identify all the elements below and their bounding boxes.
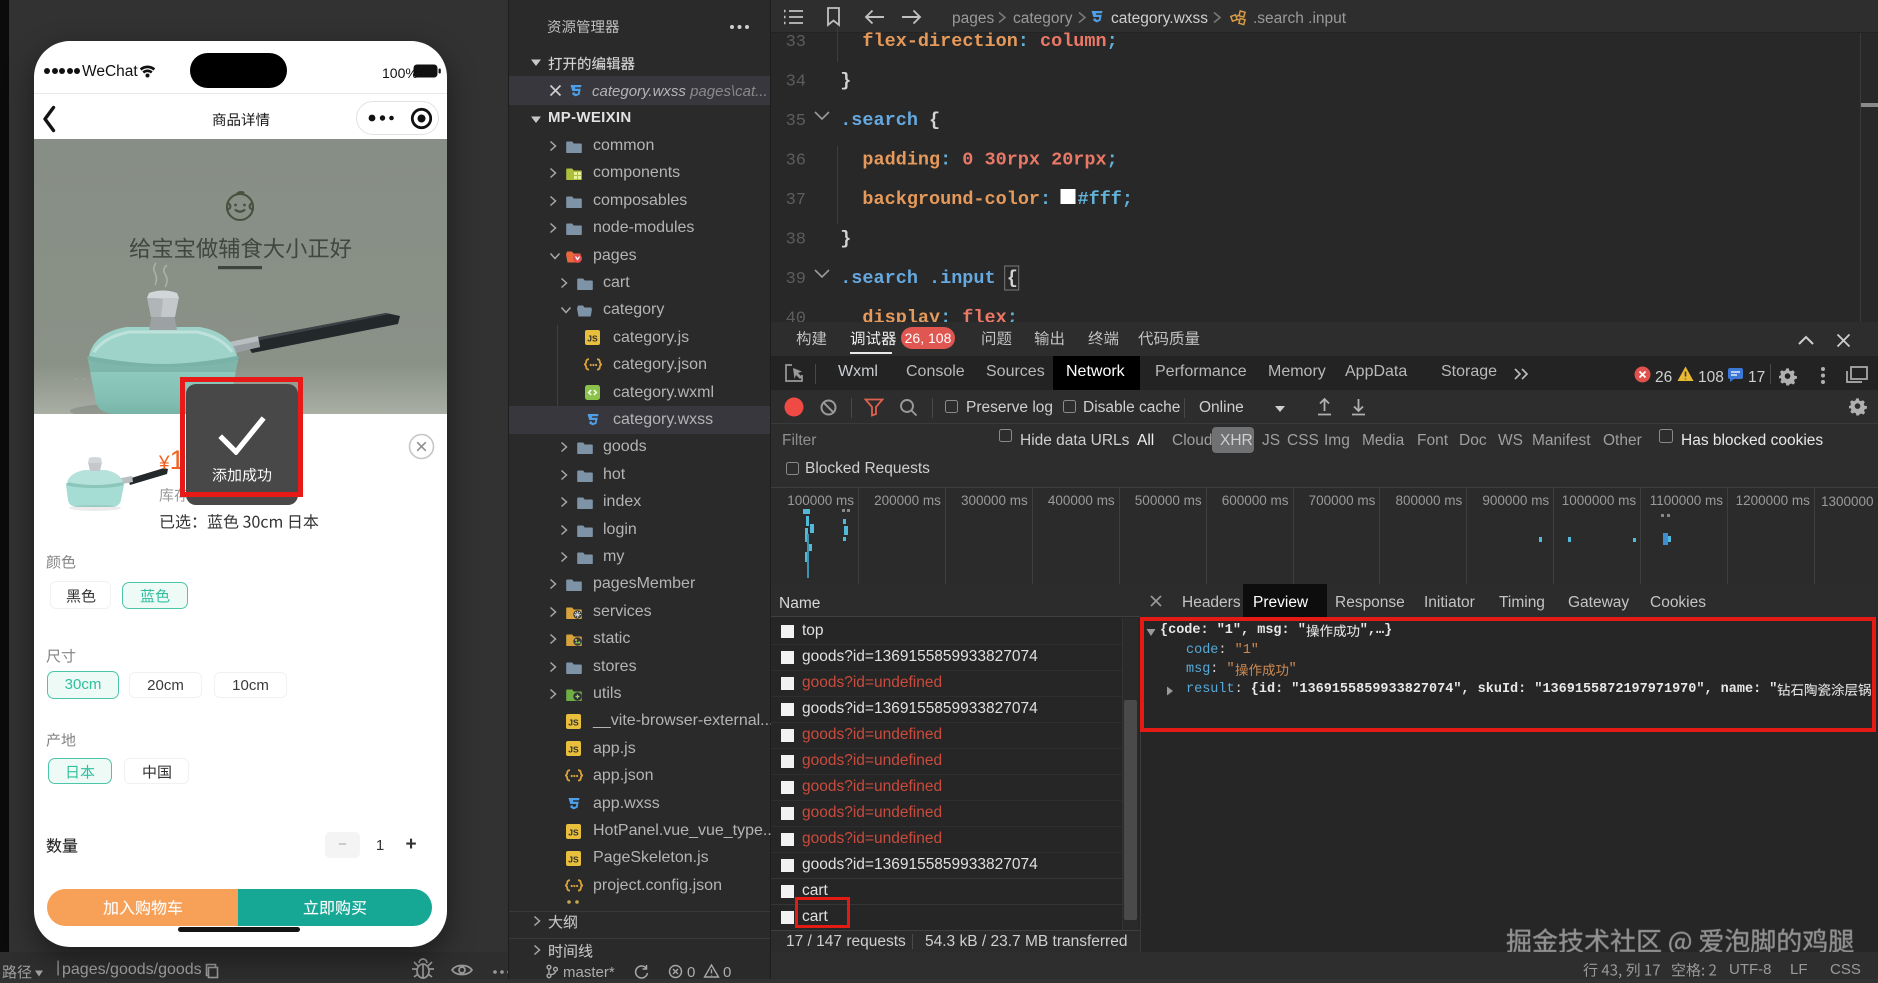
svg-text:JS: JS — [568, 827, 579, 837]
svg-text::: : — [940, 308, 951, 323]
svg-text:JS: JS — [568, 854, 579, 864]
svg-text::: : — [1018, 31, 1029, 52]
svg-text:39: 39 — [786, 270, 806, 289]
svg-text:0 30rpx 20rpx: 0 30rpx 20rpx — [951, 150, 1106, 171]
svg-text:display: display — [818, 308, 940, 323]
svg-text:}: } — [818, 71, 851, 92]
svg-text:38: 38 — [786, 231, 806, 250]
svg-text::: : — [940, 150, 951, 171]
svg-text:;: ; — [1007, 308, 1018, 323]
svg-text:34: 34 — [786, 73, 806, 92]
svg-text:JS: JS — [587, 334, 598, 344]
svg-text:36: 36 — [786, 152, 806, 171]
svg-text:;: ; — [1107, 31, 1118, 52]
svg-text:35: 35 — [786, 112, 806, 131]
svg-text:}: } — [818, 229, 851, 250]
svg-text::: : — [1040, 189, 1051, 210]
svg-text:.search: .search — [818, 110, 918, 131]
svg-text:JS: JS — [568, 717, 579, 727]
svg-text:;: ; — [1107, 150, 1118, 171]
svg-text:column: column — [1029, 31, 1107, 52]
svg-text:33: 33 — [786, 33, 806, 52]
svg-text:padding: padding — [818, 150, 940, 171]
svg-text:#fff;: #fff; — [1078, 189, 1134, 210]
svg-text:40: 40 — [786, 310, 806, 323]
svg-text:JS: JS — [568, 745, 579, 755]
svg-text:flex: flex — [951, 308, 1007, 323]
svg-text:flex-direction: flex-direction — [818, 31, 1018, 52]
svg-text:.search: .search — [818, 268, 918, 289]
svg-text:37: 37 — [786, 191, 806, 210]
svg-text:.input: .input — [918, 268, 996, 289]
svg-text:{: { — [918, 110, 940, 131]
svg-text:background-color: background-color — [818, 189, 1040, 210]
svg-text:{: { — [996, 268, 1018, 289]
